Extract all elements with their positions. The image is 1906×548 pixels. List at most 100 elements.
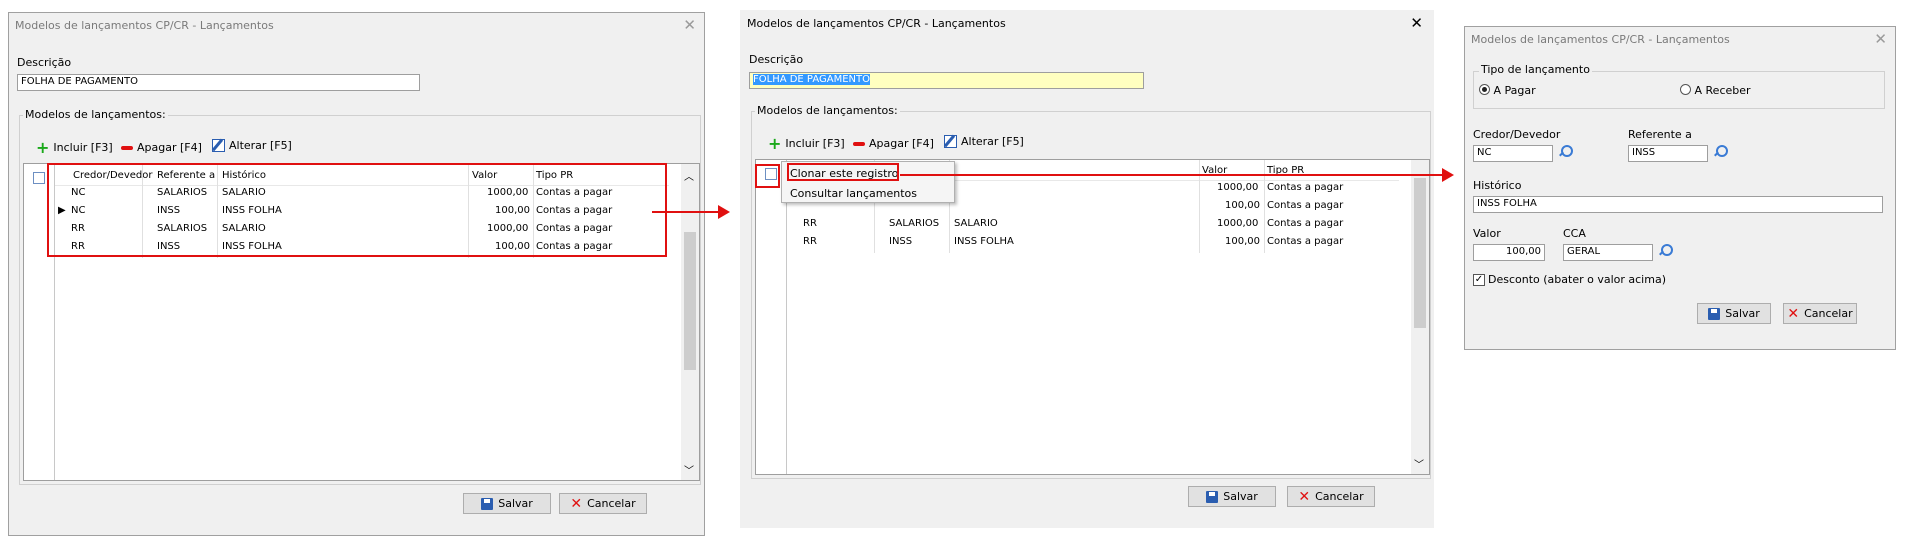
apagar-button[interactable]: Apagar [F4]	[121, 141, 202, 154]
cca-label: CCA	[1563, 227, 1586, 240]
arrow-line-2	[900, 174, 1442, 176]
lancamentos-grid[interactable]: Valor Tipo PR 1000,00 Contas a pagar 100…	[755, 159, 1430, 475]
dialog-title: Modelos de lançamentos CP/CR - Lançament…	[15, 19, 274, 32]
apagar-label: Apagar [F4]	[869, 137, 934, 150]
edit-icon	[944, 135, 957, 148]
desconto-checkbox[interactable]: ✓	[1473, 274, 1485, 286]
cell-historico: INSS FOLHA	[954, 236, 1014, 247]
record-icon[interactable]	[33, 172, 45, 184]
historico-label: Histórico	[1473, 179, 1522, 192]
referente-input[interactable]: INSS	[1628, 145, 1708, 162]
table-row[interactable]: RR SALARIOS SALARIO 1000,00 Contas a pag…	[787, 217, 1399, 232]
menu-item-consultar[interactable]: Consultar lançamentos	[790, 187, 917, 200]
close-icon[interactable]: ✕	[683, 16, 696, 34]
scrollbar-thumb[interactable]	[1414, 178, 1426, 328]
descricao-label: Descrição	[749, 53, 804, 66]
incluir-button[interactable]: + Incluir [F3]	[36, 137, 113, 157]
cancel-button[interactable]: ✕ Cancelar	[559, 493, 647, 514]
alterar-label: Alterar [F5]	[229, 139, 292, 152]
alterar-label: Alterar [F5]	[961, 135, 1024, 148]
dialog-1-titlebar[interactable]: Modelos de lançamentos CP/CR - Lançament…	[9, 13, 704, 37]
clonar-highlight	[787, 163, 899, 181]
save-label: Salvar	[498, 497, 533, 510]
incluir-button[interactable]: + Incluir [F3]	[768, 133, 845, 153]
save-icon	[1206, 490, 1219, 503]
cell-referente: SALARIOS	[889, 218, 940, 229]
cell-referente: INSS	[889, 236, 913, 247]
arrow-head-1	[718, 205, 730, 219]
dialog-title: Modelos de lançamentos CP/CR - Lançament…	[1471, 33, 1730, 46]
historico-input[interactable]: INSS FOLHA	[1473, 196, 1883, 213]
cell-credor: RR	[803, 218, 817, 229]
radio-a-receber-indicator	[1680, 84, 1691, 95]
cell-tipo: Contas a pagar	[1267, 182, 1344, 193]
valor-input[interactable]: 100,00	[1473, 244, 1545, 261]
minus-icon	[121, 145, 133, 150]
cancel-label: Cancelar	[1804, 307, 1853, 320]
dialog-3-titlebar[interactable]: Modelos de lançamentos CP/CR - Lançament…	[1465, 27, 1895, 51]
save-button[interactable]: Salvar	[1188, 486, 1276, 507]
cell-valor: 100,00	[1225, 236, 1260, 247]
cancel-button[interactable]: ✕ Cancelar	[1287, 486, 1375, 507]
record-icon-highlight	[755, 164, 780, 188]
alterar-button[interactable]: Alterar [F5]	[212, 139, 292, 152]
dialog-3: Modelos de lançamentos CP/CR - Lançament…	[1464, 26, 1896, 350]
valor-label: Valor	[1473, 227, 1501, 240]
cancel-icon: ✕	[570, 495, 583, 512]
edit-icon	[212, 139, 225, 152]
referente-lookup-icon[interactable]	[1713, 145, 1728, 159]
scroll-down-icon[interactable]: ﹀	[1414, 456, 1424, 471]
minus-icon	[853, 141, 865, 146]
cell-valor: 1000,00	[1217, 218, 1259, 229]
close-icon[interactable]: ✕	[1410, 14, 1423, 32]
cancel-button[interactable]: ✕ Cancelar	[1783, 303, 1857, 324]
dialog-2: Modelos de lançamentos CP/CR - Lançament…	[740, 10, 1434, 528]
credor-label: Credor/Devedor	[1473, 128, 1561, 141]
cca-input[interactable]: GERAL	[1563, 244, 1653, 261]
cell-tipo: Contas a pagar	[1267, 200, 1344, 211]
save-icon	[481, 497, 494, 510]
save-button[interactable]: Salvar	[1697, 303, 1771, 324]
descricao-selected-text: FOLHA DE PAGAMENTO	[753, 74, 870, 85]
save-button[interactable]: Salvar	[463, 493, 551, 514]
cca-lookup-icon[interactable]	[1658, 244, 1673, 258]
alterar-button[interactable]: Alterar [F5]	[944, 135, 1024, 148]
scroll-down-icon[interactable]: ﹀	[684, 462, 694, 477]
cell-historico: SALARIO	[954, 218, 998, 229]
radio-a-pagar[interactable]: A Pagar	[1479, 84, 1536, 97]
credor-input[interactable]: NC	[1473, 145, 1553, 162]
radio-a-receber[interactable]: A Receber	[1680, 84, 1751, 97]
dialog-1: Modelos de lançamentos CP/CR - Lançament…	[8, 12, 705, 536]
arrow-head-2	[1442, 168, 1454, 182]
plus-icon: +	[768, 133, 782, 153]
cell-valor: 100,00	[1225, 200, 1260, 211]
cancel-icon: ✕	[1298, 488, 1311, 505]
highlight-box	[47, 163, 667, 257]
descricao-input[interactable]: FOLHA DE PAGAMENTO	[17, 74, 420, 91]
plus-icon: +	[36, 137, 50, 157]
table-row[interactable]: RR INSS INSS FOLHA 100,00 Contas a pagar	[787, 235, 1399, 250]
scroll-up-icon[interactable]: ︿	[684, 168, 694, 183]
save-label: Salvar	[1223, 490, 1258, 503]
close-icon[interactable]: ✕	[1874, 30, 1887, 48]
cancel-icon: ✕	[1787, 305, 1800, 322]
descricao-input[interactable]: FOLHA DE PAGAMENTO	[749, 72, 1144, 89]
cancel-label: Cancelar	[587, 497, 636, 510]
dialog-2-titlebar[interactable]: Modelos de lançamentos CP/CR - Lançament…	[741, 11, 1433, 35]
vertical-scrollbar[interactable]: ﹀	[1411, 160, 1429, 474]
descricao-label: Descrição	[17, 56, 72, 69]
a-pagar-label: A Pagar	[1493, 84, 1536, 97]
save-icon	[1708, 307, 1721, 320]
desconto-label: Desconto (abater o valor acima)	[1488, 273, 1666, 286]
apagar-label: Apagar [F4]	[137, 141, 202, 154]
credor-lookup-icon[interactable]	[1558, 145, 1573, 159]
apagar-button[interactable]: Apagar [F4]	[853, 137, 934, 150]
cell-credor: RR	[803, 236, 817, 247]
scrollbar-thumb[interactable]	[684, 232, 696, 370]
modelos-label: Modelos de lançamentos:	[755, 104, 900, 117]
a-receber-label: A Receber	[1694, 84, 1751, 97]
radio-a-pagar-indicator	[1479, 84, 1490, 95]
referente-label: Referente a	[1628, 128, 1692, 141]
arrow-line-1	[652, 211, 718, 213]
dialog-title: Modelos de lançamentos CP/CR - Lançament…	[747, 17, 1006, 30]
